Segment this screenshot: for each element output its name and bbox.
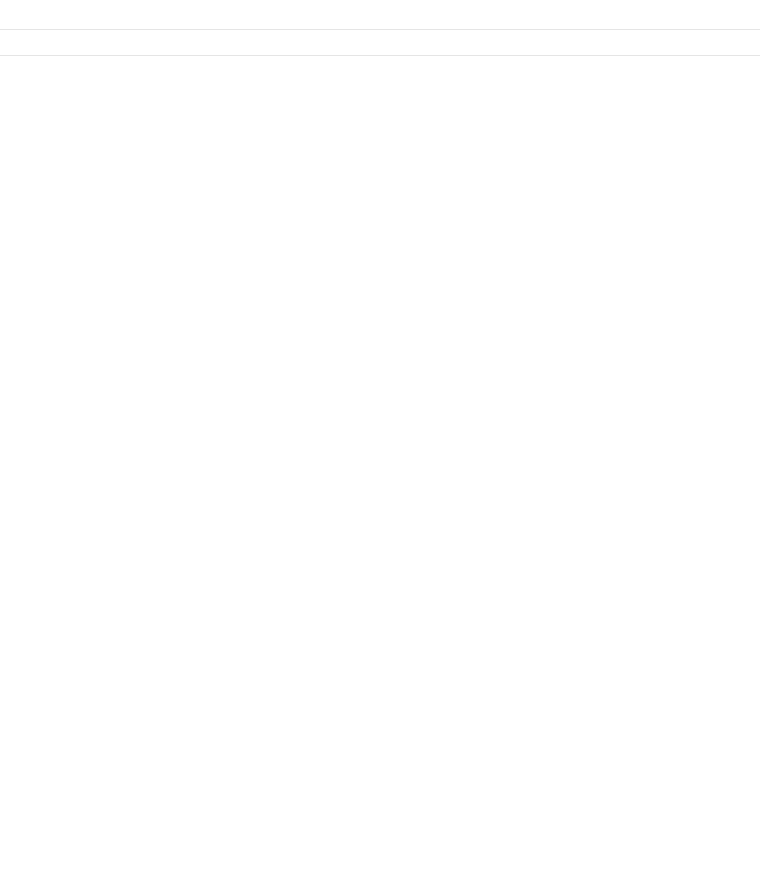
breadcrumb[interactable] xyxy=(0,0,760,30)
column-headers xyxy=(0,30,760,56)
